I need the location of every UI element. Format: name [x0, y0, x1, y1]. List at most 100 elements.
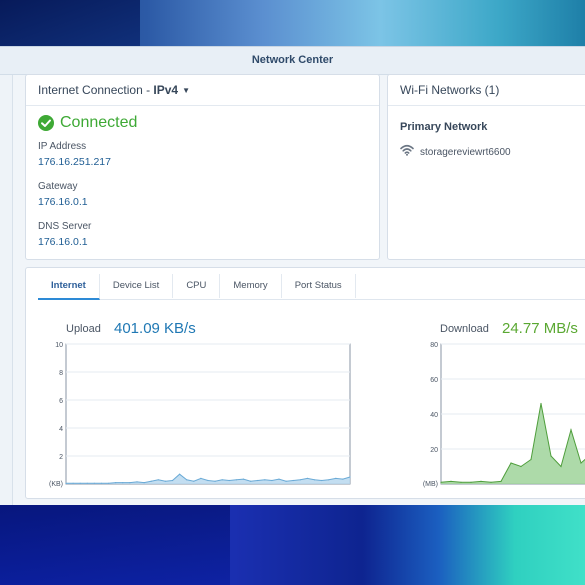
wifi-icon [400, 143, 414, 161]
wifi-network-row[interactable]: storagereviewrt6600 [400, 143, 511, 161]
download-data-point [500, 480, 502, 482]
download-data-point [450, 480, 452, 482]
upload-data-point [186, 479, 188, 481]
upload-label: Upload [66, 323, 101, 335]
upload-data-point [214, 480, 216, 482]
upload-data-point [321, 479, 323, 482]
upload-data-point [129, 482, 131, 484]
tab-port-status[interactable]: Port Status [282, 274, 356, 298]
primary-network-heading: Primary Network [400, 121, 488, 133]
upload-data-point [257, 479, 259, 482]
download-data-point [470, 481, 472, 483]
download-y-tick-label: 20 [430, 447, 438, 454]
upload-data-point [164, 480, 166, 482]
window-left-panel [0, 75, 13, 505]
upload-data-point [179, 473, 181, 475]
ip-address-value: 176.16.251.217 [38, 156, 111, 168]
download-data-point [520, 465, 522, 468]
upload-data-point [143, 482, 145, 484]
desktop-background-bottom-dark [0, 504, 230, 585]
upload-data-point [150, 480, 152, 482]
ip-address-label: IP Address [38, 141, 87, 152]
upload-data-point [285, 480, 287, 482]
upload-data-point [65, 482, 67, 484]
upload-data-point [86, 482, 88, 484]
gateway-value: 176.16.0.1 [38, 196, 88, 208]
upload-data-point [207, 479, 209, 482]
tab-memory[interactable]: Memory [220, 274, 282, 298]
wifi-networks-title: Wi-Fi Networks (1) [388, 75, 585, 106]
download-y-tick-label: 40 [430, 412, 438, 419]
upload-data-point [313, 479, 316, 481]
upload-data-point [136, 481, 138, 483]
download-chart-svg: 80 60 40 20 (MB) [423, 342, 585, 488]
download-data-point [510, 462, 512, 464]
upload-unit-label: (KB) [49, 481, 63, 488]
network-center-window: Network Center Internet Connection - IPv… [0, 46, 585, 505]
traffic-card: Internet Device List CPU Memory Port Sta… [25, 267, 585, 499]
upload-y-tick-label: 2 [59, 454, 63, 461]
upload-data-point [93, 482, 95, 484]
upload-data-point [115, 482, 117, 484]
caret-down-icon[interactable]: ▼ [182, 86, 190, 95]
tab-device-list[interactable]: Device List [100, 274, 174, 298]
wifi-network-name: storagereviewrt6600 [420, 146, 511, 158]
download-chart: 80 60 40 20 (MB) [409, 340, 585, 495]
download-data-point [440, 481, 442, 483]
download-unit-label: (MB) [423, 481, 438, 488]
download-data-point [480, 480, 482, 482]
download-y-tick-label: 60 [430, 377, 438, 384]
download-label: Download [440, 323, 489, 335]
download-data-point [560, 465, 562, 468]
dns-server-label: DNS Server [38, 221, 92, 232]
upload-y-tick-label: 4 [59, 426, 63, 433]
upload-data-point [72, 482, 74, 484]
internet-connection-card: Internet Connection - IPv4 ▼ Connected IP… [25, 74, 380, 260]
gateway-label: Gateway [38, 181, 78, 192]
download-data-point [530, 458, 532, 461]
dns-server-value: 176.16.0.1 [38, 236, 88, 248]
upload-chart: 10 8 6 4 2 (KB) [36, 340, 356, 495]
upload-data-point [221, 479, 223, 481]
upload-data-point [171, 479, 174, 482]
upload-y-tick-label: 8 [59, 370, 63, 377]
upload-data-point [278, 478, 280, 480]
internet-connection-title: Internet Connection - [38, 83, 154, 97]
download-data-point [490, 481, 492, 483]
download-y-tick-label: 80 [430, 342, 438, 349]
download-data-point [460, 481, 462, 483]
upload-data-point [250, 480, 252, 482]
upload-y-tick-label: 10 [55, 342, 63, 349]
upload-data-point [100, 482, 103, 484]
desktop-background-top-dark [0, 0, 140, 46]
upload-data-point [193, 480, 195, 482]
upload-data-point [342, 478, 344, 480]
download-data-point [570, 429, 572, 431]
upload-data-point [200, 477, 202, 479]
upload-data-point [299, 479, 301, 481]
download-data-point [540, 402, 542, 405]
upload-data-point [328, 479, 330, 481]
window-title: Network Center [0, 47, 585, 75]
upload-chart-svg: 10 8 6 4 2 (KB) [49, 342, 351, 488]
upload-data-point [292, 479, 294, 482]
check-circle-icon [38, 115, 54, 131]
upload-y-tick-label: 6 [59, 398, 63, 405]
wifi-networks-card: Wi-Fi Networks (1) Primary Network stora… [387, 74, 585, 260]
tab-internet[interactable]: Internet [38, 274, 100, 300]
upload-data-point [122, 482, 124, 484]
traffic-tabs: Internet Device List CPU Memory Port Sta… [38, 274, 585, 300]
tab-cpu[interactable]: CPU [173, 274, 221, 298]
upload-data-point [108, 482, 110, 484]
internet-connection-header[interactable]: Internet Connection - IPv4 ▼ [26, 75, 379, 106]
connection-status-text: Connected [60, 114, 138, 131]
upload-data-point [271, 479, 273, 482]
upload-data-point [79, 482, 81, 484]
upload-plot-area [65, 343, 351, 485]
upload-data-point [157, 479, 159, 481]
upload-data-point [306, 477, 308, 479]
connection-status: Connected [38, 113, 137, 133]
upload-data-point [228, 479, 230, 482]
upload-data-point [349, 476, 351, 478]
upload-data-point [264, 479, 266, 481]
